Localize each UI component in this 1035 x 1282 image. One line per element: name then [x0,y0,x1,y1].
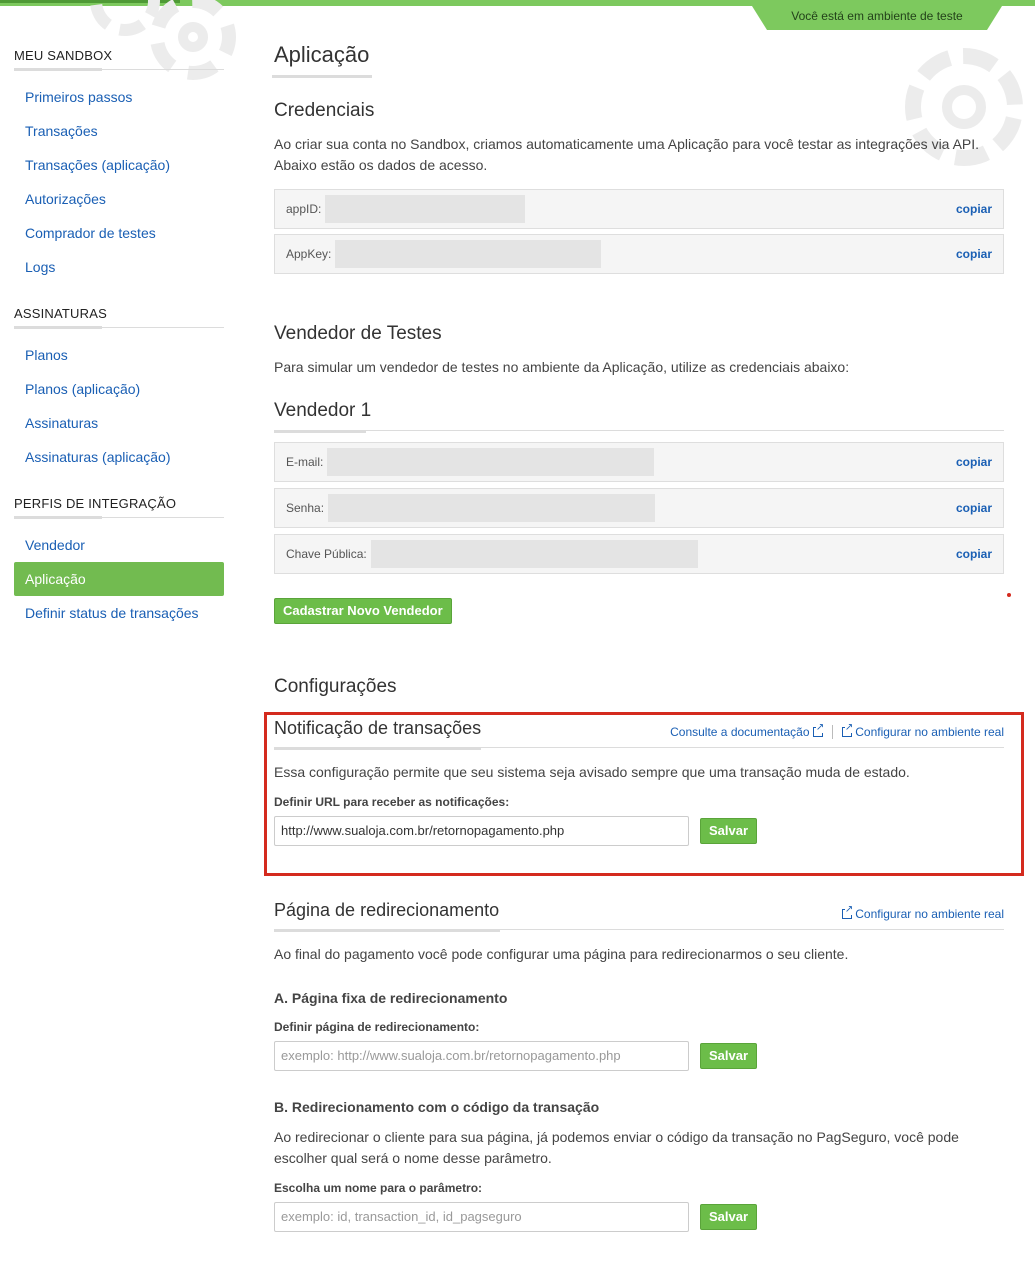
code-redirect-heading: B. Redirecionamento com o código da tran… [274,1099,600,1115]
copy-senha-button[interactable]: copiar [956,501,992,515]
fixed-redirect-input[interactable]: exemplo: http://www.sualoja.com.br/retor… [274,1041,689,1071]
code-redirect-input[interactable]: exemplo: id, transaction_id, id_pagsegur… [274,1202,689,1232]
sidebar-heading: MEU SANDBOX [14,48,224,71]
fixed-redirect-label: Definir página de redirecionamento: [274,1020,480,1034]
save-code-redirect-button[interactable]: Salvar [700,1204,758,1230]
save-fixed-redirect-button[interactable]: Salvar [700,1043,758,1069]
red-dot-marker [1007,593,1011,597]
main-content: Aplicação Credenciais Ao criar sua conta… [271,42,1004,1232]
sidebar-item-primeiros-passos[interactable]: Primeiros passos [14,80,224,114]
sidebar-heading: PERFIS DE INTEGRAÇÃO [14,496,224,519]
sidebar-item-planos[interactable]: Planos [14,338,224,372]
test-seller-heading: Vendedor de Testes [274,323,442,344]
highlight-box [264,712,1024,876]
sidebar-item-vendedor[interactable]: Vendedor [14,528,224,562]
sidebar-section-perfis: PERFIS DE INTEGRAÇÃO Vendedor Aplicação … [14,496,224,630]
credential-value-masked [335,240,602,268]
sidebar-item-autorizacoes[interactable]: Autorizações [14,182,224,216]
credential-value-masked [370,540,698,568]
sidebar-item-logs[interactable]: Logs [14,250,224,284]
sidebar-item-assinaturas[interactable]: Assinaturas [14,406,224,440]
sidebar-item-comprador-testes[interactable]: Comprador de testes [14,216,224,250]
credential-label: Chave Pública: [286,547,367,561]
configure-real-env-link[interactable]: Configurar no ambiente real [841,905,1004,921]
credential-row-appkey: AppKey: copiar [274,234,1004,274]
sidebar-section-assinaturas: ASSINATURAS Planos Planos (aplicação) As… [14,306,224,474]
sidebar-item-planos-aplicacao[interactable]: Planos (aplicação) [14,372,224,406]
credential-value-masked [328,494,656,522]
new-seller-button[interactable]: Cadastrar Novo Vendedor [274,598,452,624]
copy-chave-publica-button[interactable]: copiar [956,547,992,561]
sidebar-section-sandbox: MEU SANDBOX Primeiros passos Transações … [14,48,224,284]
redirect-heading-wrap: Página de redirecionamento Configurar no… [274,900,1004,932]
seller-1-heading: Vendedor 1 [274,400,372,421]
seller-1-heading-wrap: Vendedor 1 [274,400,1004,433]
copy-appkey-button[interactable]: copiar [956,247,992,261]
copy-email-button[interactable]: copiar [956,455,992,469]
fixed-redirect-heading: A. Página fixa de redirecionamento [274,990,508,1006]
copy-appid-button[interactable]: copiar [956,202,992,216]
credential-row-senha: Senha: copiar [274,488,1004,528]
credential-row-appid: appID: copiar [274,189,1004,229]
credential-value-masked [325,195,526,223]
credential-row-email: E-mail: copiar [274,442,1004,482]
test-seller-description: Para simular um vendedor de testes no am… [274,359,850,375]
credentials-heading: Credenciais [274,100,375,121]
sidebar-heading: ASSINATURAS [14,306,224,329]
sidebar-item-assinaturas-aplicacao[interactable]: Assinaturas (aplicação) [14,440,224,474]
sidebar-item-transacoes-aplicacao[interactable]: Transações (aplicação) [14,148,224,182]
credential-label: Senha: [286,501,325,515]
credential-value-masked [327,448,655,476]
credential-label: AppKey: [286,247,332,261]
environment-badge: Você está em ambiente de teste [752,6,1002,30]
code-redirect-label: Escolha um nome para o parâmetro: [274,1181,483,1195]
sidebar-item-transacoes[interactable]: Transações [14,114,224,148]
code-redirect-description: Ao redirecionar o cliente para sua págin… [274,1129,959,1166]
page-title: Aplicação [271,42,373,78]
sidebar: MEU SANDBOX Primeiros passos Transações … [14,48,224,652]
credentials-description: Ao criar sua conta no Sandbox, criamos a… [274,136,980,173]
redirect-description: Ao final do pagamento você pode configur… [274,946,849,962]
sidebar-item-definir-status[interactable]: Definir status de transações [14,596,224,630]
credential-row-chave-publica: Chave Pública: copiar [274,534,1004,574]
external-link-icon [841,905,854,919]
credential-label: E-mail: [286,455,324,469]
credential-label: appID: [286,202,322,216]
settings-heading: Configurações [274,676,397,697]
sidebar-item-aplicacao[interactable]: Aplicação [14,562,224,596]
redirect-heading: Página de redirecionamento [274,900,500,920]
